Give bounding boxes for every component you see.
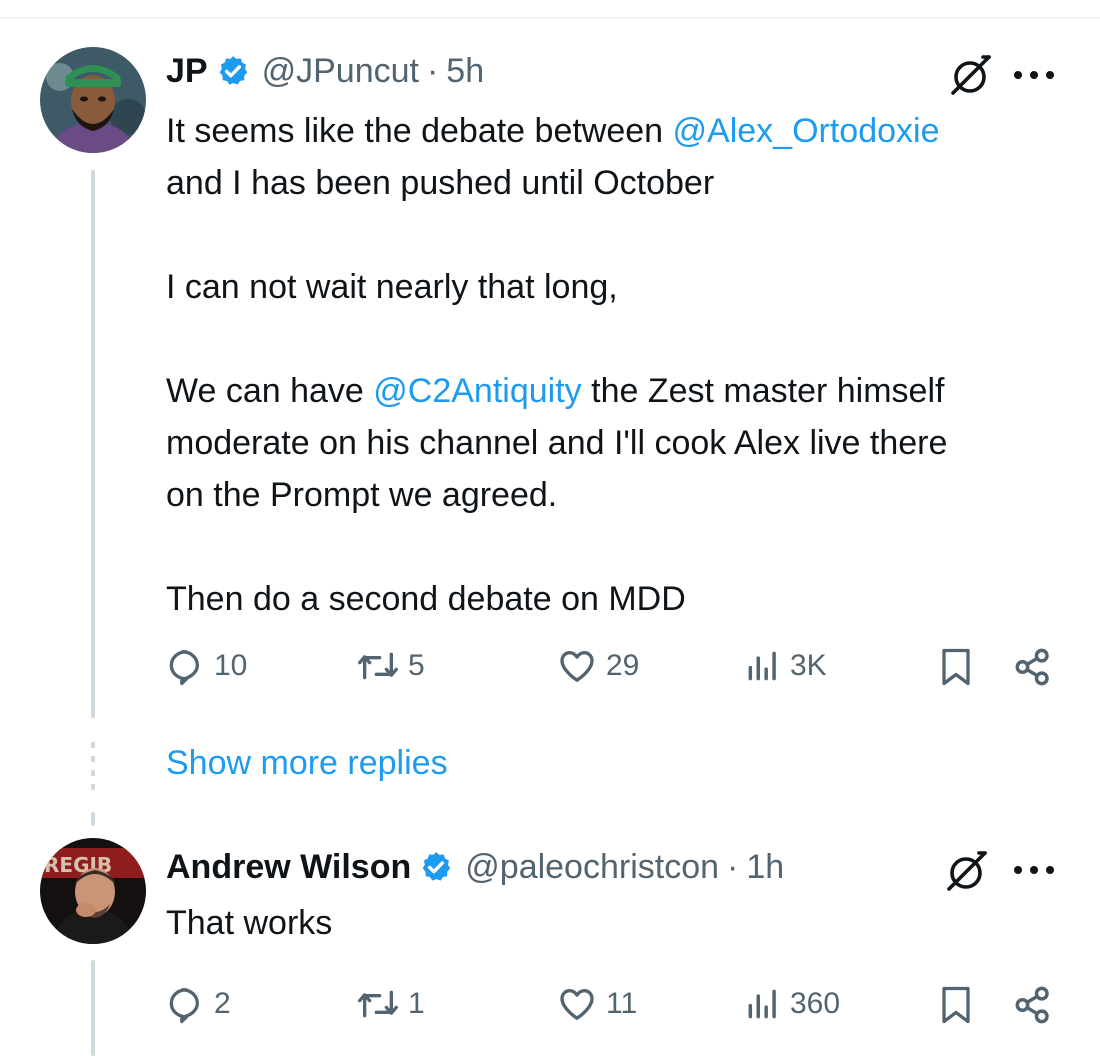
views-icon xyxy=(748,651,776,681)
timestamp[interactable]: 1h xyxy=(746,848,784,887)
tweet-header: Andrew Wilson @paleochristcon · 1h xyxy=(166,845,784,889)
reply-icon xyxy=(169,988,199,1024)
tweet-text-line: It seems like the debate between @Alex_O… xyxy=(166,105,947,157)
reply-count: 10 xyxy=(214,649,248,682)
like-icon xyxy=(560,651,594,682)
mention-link[interactable]: @Alex_Ortodoxie xyxy=(673,112,940,150)
reply-button[interactable]: 2 xyxy=(166,984,231,1024)
like-button[interactable]: 29 xyxy=(556,646,639,686)
repost-button[interactable]: 5 xyxy=(356,646,425,686)
tweet-text-line: moderate on his channel and I'll cook Al… xyxy=(166,417,947,469)
grok-icon[interactable] xyxy=(944,848,990,894)
bookmark-button[interactable] xyxy=(938,646,974,688)
share-icon xyxy=(1015,648,1049,686)
handle[interactable]: @JPuncut xyxy=(262,52,419,91)
tweet-text-segment: and I has been pushed until October xyxy=(166,164,715,202)
avatar-jp[interactable] xyxy=(40,47,146,153)
separator-dot: · xyxy=(426,51,439,90)
avatar-andrew-wilson[interactable]: REGIB xyxy=(40,838,146,944)
thread-line-connector xyxy=(91,812,95,826)
views-icon xyxy=(748,989,776,1019)
tweet-text: That works xyxy=(166,897,332,949)
share-icon xyxy=(1015,986,1049,1024)
bookmark-icon xyxy=(942,986,970,1024)
display-name[interactable]: Andrew Wilson xyxy=(166,848,411,887)
repost-count: 5 xyxy=(408,649,425,682)
tweet-text-line xyxy=(166,313,947,365)
like-button[interactable]: 11 xyxy=(556,984,637,1024)
tweet-text-line xyxy=(166,521,947,573)
reply-icon xyxy=(169,650,199,686)
thread-line xyxy=(91,170,95,718)
views-count: 3K xyxy=(790,649,827,682)
verified-badge-icon xyxy=(216,54,250,88)
more-icon[interactable] xyxy=(1014,69,1054,81)
thread-line xyxy=(91,960,95,1056)
repost-count: 1 xyxy=(408,987,425,1020)
tweet-text-segment: on the Prompt we agreed. xyxy=(166,476,558,514)
display-name[interactable]: JP xyxy=(166,52,208,91)
tweet-text-segment: Then do a second debate on MDD xyxy=(166,580,686,618)
views-count: 360 xyxy=(790,987,841,1020)
like-count: 11 xyxy=(606,987,638,1020)
like-icon xyxy=(560,989,594,1020)
tweet-text-segment: It seems like the debate between xyxy=(166,112,673,150)
tweet-text-line: on the Prompt we agreed. xyxy=(166,469,947,521)
show-more-replies-link[interactable]: Show more replies xyxy=(166,744,448,783)
repost-icon xyxy=(357,990,398,1018)
views-button[interactable]: 360 xyxy=(744,984,840,1024)
mention-link[interactable]: @C2Antiquity xyxy=(373,372,581,410)
tweet-text-line: I can not wait nearly that long, xyxy=(166,261,947,313)
thread-dots xyxy=(91,742,95,798)
bookmark-icon xyxy=(942,648,970,686)
repost-icon xyxy=(357,652,398,680)
handle[interactable]: @paleochristcon xyxy=(465,848,719,887)
reply-count: 2 xyxy=(214,987,231,1020)
tweet-text: It seems like the debate between @Alex_O… xyxy=(166,105,947,625)
share-button[interactable] xyxy=(1012,984,1054,1026)
grok-icon[interactable] xyxy=(948,52,994,98)
tweet-text-line: and I has been pushed until October xyxy=(166,157,947,209)
tweet-text-line: Then do a second debate on MDD xyxy=(166,573,947,625)
reply-button[interactable]: 10 xyxy=(166,646,247,686)
tweet-text-segment: I can not wait nearly that long, xyxy=(166,268,618,306)
like-count: 29 xyxy=(606,649,640,682)
top-divider xyxy=(0,17,1100,19)
tweet-header: JP @JPuncut · 5h xyxy=(166,49,484,93)
tweet-text-line xyxy=(166,209,947,261)
bookmark-button[interactable] xyxy=(938,984,974,1026)
share-button[interactable] xyxy=(1012,646,1054,688)
repost-button[interactable]: 1 xyxy=(356,984,425,1024)
tweet-text-line: We can have @C2Antiquity the Zest master… xyxy=(166,365,947,417)
tweet-text-segment: That works xyxy=(166,904,333,942)
separator-dot: · xyxy=(727,847,739,886)
more-icon[interactable] xyxy=(1014,864,1054,876)
timestamp[interactable]: 5h xyxy=(446,52,484,91)
tweet-text-segment: the Zest master himself xyxy=(581,372,945,410)
tweet-text-segment: moderate on his channel and I'll cook Al… xyxy=(166,424,948,462)
verified-badge-icon xyxy=(419,850,453,884)
tweet-text-line: That works xyxy=(166,897,332,949)
views-button[interactable]: 3K xyxy=(744,646,827,686)
tweet-text-segment: We can have xyxy=(166,372,374,410)
